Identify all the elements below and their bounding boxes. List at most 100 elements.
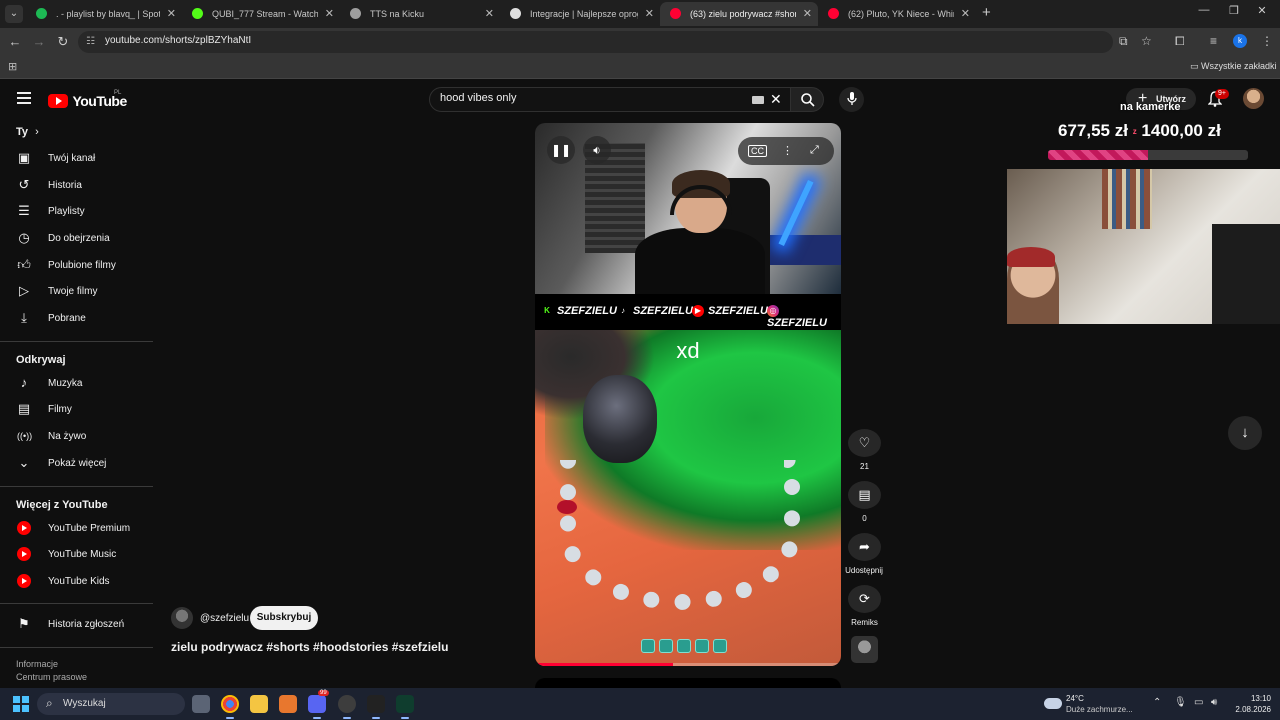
flag-icon: ⚑ [18,616,30,631]
app-icon[interactable] [396,695,414,719]
sidebar-item-liked-videos[interactable]: 👍︎ Polubione filmy [0,252,153,278]
streamlabs-icon[interactable] [367,695,385,719]
guide-menu-icon[interactable] [17,92,31,104]
shorts-video-player[interactable]: ❚❚ 🔉︎ CC ⋮ ⤢ K SZEFZIELU ♪ SZEFZIELU ▶ SZEF… [535,123,841,666]
close-tab-icon[interactable]: ✕ [803,2,812,26]
youtube-logo[interactable]: YouTube PL [48,90,127,109]
short-title[interactable]: zielu podrywacz #shorts #hoodstories #sz… [171,640,448,654]
tab-youtube-short-active[interactable]: (63) zielu podrywacz #short ✕ [660,2,818,26]
search-input[interactable] [440,92,740,104]
task-view-icon[interactable] [192,695,210,713]
tray-microphone-icon[interactable]: 🎙︎ [1174,697,1187,708]
sidebar-item-your-channel[interactable]: ▣ Twój kanał [0,145,153,171]
browser-profile-avatar[interactable]: k [1233,34,1247,48]
tab-spotify[interactable]: . - playlist by blavq_ | Spotify ✕ [26,2,182,26]
site-info-icon[interactable]: ☷ [86,36,95,47]
sidebar-item-your-videos[interactable]: ▷ Twoje filmy [0,278,153,304]
pause-icon: ❚❚ [550,143,572,157]
close-tab-icon[interactable]: ✕ [645,2,654,26]
close-tab-icon[interactable]: ✕ [485,2,494,26]
channel-avatar[interactable] [171,607,193,629]
cast-icon[interactable]: ⧉ [1119,34,1128,49]
tab-tts-kick[interactable]: TTS na Kicku ✕ [340,2,500,26]
donation-progress-bar [1048,150,1248,160]
search-button[interactable] [790,87,824,112]
tab-youtube-pluto[interactable]: (62) Pluto, YK Niece - Whim Wh ✕ [818,2,976,26]
keyboard-icon[interactable] [752,96,764,104]
more-options-icon[interactable]: ⋮ [782,144,793,157]
taskbar-clock[interactable]: 13:10 2.08.2026 [1233,693,1271,715]
tray-volume-icon[interactable]: 🔊︎ [1211,697,1217,708]
tray-display-icon[interactable]: ▭ [1194,697,1203,708]
next-short-button[interactable]: ↓ [1228,416,1262,450]
search-icon [801,93,815,107]
tab-kick-stream[interactable]: QUBI_777 Stream - Watch Live ✕ [182,2,340,26]
sidebar-item-label: Twoje filmy [48,286,98,297]
extensions-icon[interactable]: ⧠ [1175,34,1185,49]
tray-overflow-icon[interactable]: ⌃ [1153,697,1161,708]
sidebar-item-history[interactable]: ↺ Historia [0,172,153,198]
sidebar-item-label: Do obejrzenia [48,233,110,244]
fullscreen-icon[interactable]: ⤢ [810,144,819,157]
sidebar-item-playlists[interactable]: ☰ Playlisty [0,198,153,224]
bookmark-star-icon[interactable]: ☆ [1141,34,1152,48]
footer-link-press[interactable]: Centrum prasowe [16,672,87,682]
tiktok-logo-icon: ♪ [617,305,629,318]
address-bar[interactable]: ☷ youtube.com/shorts/zplBZYhaNtI [78,31,1113,53]
tab-integracje[interactable]: Integracje | Najlepsze oprogram ✕ [500,2,660,26]
volume-button[interactable]: 🔉︎ [583,136,611,164]
search-box[interactable]: ✕ [429,87,791,112]
taskbar-search[interactable]: ⌕ Wyszukaj [37,693,185,715]
sidebar-item-youtube-premium[interactable]: YouTube Premium [0,515,153,541]
sidebar-item-youtube-kids[interactable]: YouTube Kids [0,568,153,594]
close-tab-icon[interactable]: ✕ [961,2,970,26]
sidebar-item-show-more[interactable]: ⌄ Pokaż więcej [0,450,153,476]
forward-icon[interactable]: → [31,34,47,49]
subscribe-button[interactable]: Subskrybuj [250,606,318,630]
windows-taskbar: ⌕ Wyszukaj 99 24°C Duże zachmurze... ⌃ 🎙… [0,688,1280,720]
pause-button[interactable]: ❚❚ [547,136,575,164]
account-avatar[interactable] [1243,88,1264,109]
like-count: 21 [860,462,869,471]
reading-list-icon[interactable]: ≡ [1210,34,1217,48]
all-bookmarks-button[interactable]: ▭ Wszystkie zakładki [1190,61,1277,72]
close-window-icon[interactable]: ✕ [1252,4,1272,17]
channel-name[interactable]: @szefzielu [200,613,249,624]
footer-link-about[interactable]: Informacje [16,659,58,669]
apps-grid-icon[interactable]: ⊞ [8,60,17,73]
sidebar-you-heading[interactable]: Ty › [16,126,39,138]
share-button[interactable]: ➦ [848,533,881,561]
browser-menu-icon[interactable]: ⋮ [1261,34,1273,48]
sidebar-item-downloads[interactable]: ⤓ Pobrane [0,305,153,331]
file-explorer-icon[interactable] [250,695,268,713]
close-tab-icon[interactable]: ✕ [167,2,176,26]
minimize-icon[interactable]: — [1194,4,1214,16]
discord-icon[interactable]: 99 [308,690,329,719]
sound-thumbnail[interactable] [851,636,878,663]
video-progress-bar[interactable] [535,663,841,666]
like-button[interactable]: ♡ [848,429,881,457]
chrome-icon[interactable] [221,695,239,719]
comment-button[interactable]: ▤ [848,481,881,509]
playlists-icon: ☰ [18,203,30,218]
sidebar-item-watch-later[interactable]: ◷ Do obejrzenia [0,225,153,251]
sidebar-item-music[interactable]: ♪ Muzyka [0,370,153,396]
close-tab-icon[interactable]: ✕ [325,2,334,26]
windows-start-icon[interactable] [13,696,29,712]
new-tab-icon[interactable]: + [982,4,991,21]
clear-search-icon[interactable]: ✕ [770,91,782,108]
restore-icon[interactable]: ❐ [1224,4,1244,17]
sidebar-item-live[interactable]: ((•)) Na żywo [0,423,153,449]
voice-search-button[interactable] [839,87,864,112]
captions-icon[interactable]: CC [748,145,767,157]
back-icon[interactable]: ← [7,34,23,49]
fl-studio-icon[interactable] [279,695,297,713]
all-bookmarks-label: Wszystkie zakładki [1201,61,1277,71]
sidebar-item-report-history[interactable]: ⚑ Historia zgłoszeń [0,611,153,637]
remix-button[interactable]: ⟳ [848,585,881,613]
tab-search-button[interactable]: ⌄ [5,5,23,23]
obs-icon[interactable] [338,695,356,719]
reload-icon[interactable]: ↻ [55,34,71,50]
sidebar-item-youtube-music[interactable]: YouTube Music [0,541,153,567]
sidebar-item-movies[interactable]: ▤ Filmy [0,396,153,422]
